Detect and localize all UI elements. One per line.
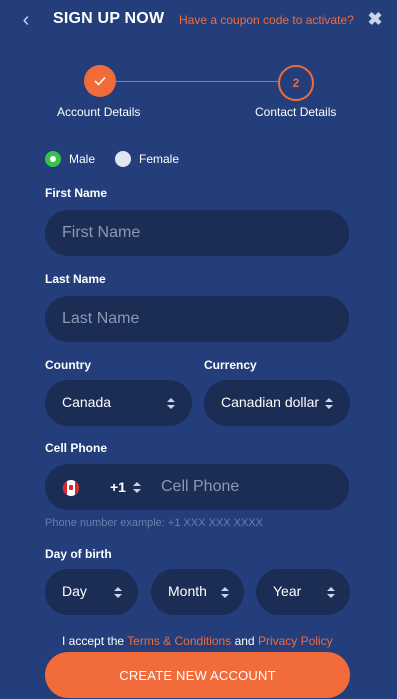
coupon-link[interactable]: Have a coupon code to activate? (179, 13, 354, 27)
step1-label: Account Details (57, 105, 141, 119)
sort-arrows-icon (221, 585, 229, 599)
privacy-policy-link[interactable]: Privacy Policy (258, 634, 333, 648)
chevron-left-icon[interactable]: ‹ (18, 10, 34, 30)
female-radio[interactable] (115, 151, 131, 167)
terms-conditions-link[interactable]: Terms & Conditions (127, 634, 231, 648)
phone-hint: Phone number example: +1 XXX XXX XXXX (45, 517, 263, 529)
step2-current: 2 (278, 65, 314, 101)
currency-label: Currency (204, 358, 257, 372)
create-account-button[interactable]: CREATE NEW ACCOUNT (45, 652, 350, 698)
terms-and: and (234, 634, 255, 648)
month-value: Month (168, 583, 207, 599)
month-select[interactable]: Month (151, 569, 244, 615)
country-select[interactable]: Canada (45, 380, 192, 426)
close-icon[interactable]: ✖ (366, 9, 384, 29)
step-connector (116, 81, 278, 82)
dob-label: Day of birth (45, 547, 112, 561)
country-label: Country (45, 358, 91, 372)
sort-arrows-icon (133, 480, 141, 494)
stepper: 2 Account Details Contact Details (0, 63, 397, 123)
sort-arrows-icon (114, 585, 122, 599)
terms-text: I accept the Terms & Conditions and Priv… (62, 634, 333, 648)
last-name-label: Last Name (45, 272, 106, 286)
day-select[interactable]: Day (45, 569, 138, 615)
male-radio[interactable] (45, 151, 61, 167)
day-value: Day (62, 583, 87, 599)
currency-value: Canadian dollar (221, 394, 320, 410)
step1-completed (84, 65, 116, 97)
canada-flag-icon (63, 480, 79, 496)
check-icon (94, 76, 106, 86)
country-value: Canada (62, 394, 112, 410)
cell-phone-label: Cell Phone (45, 441, 108, 455)
female-label: Female (139, 152, 180, 166)
last-name-input[interactable] (45, 296, 349, 342)
page-title: SIGN UP NOW (53, 10, 165, 27)
year-value: Year (273, 583, 302, 599)
dial-code-select[interactable]: +1 (110, 479, 126, 495)
sort-arrows-icon (325, 396, 333, 410)
first-name-input[interactable] (45, 210, 349, 256)
sort-arrows-icon (327, 585, 335, 599)
step2-label: Contact Details (255, 105, 337, 119)
currency-select[interactable]: Canadian dollar (204, 380, 350, 426)
cell-phone-field: +1 (45, 464, 349, 510)
terms-prefix: I accept the (62, 634, 125, 648)
sort-arrows-icon (167, 396, 175, 410)
header: ‹ SIGN UP NOW Have a coupon code to acti… (0, 0, 397, 40)
male-label: Male (69, 152, 96, 166)
first-name-label: First Name (45, 186, 108, 200)
year-select[interactable]: Year (256, 569, 350, 615)
cell-phone-input[interactable] (144, 464, 344, 510)
